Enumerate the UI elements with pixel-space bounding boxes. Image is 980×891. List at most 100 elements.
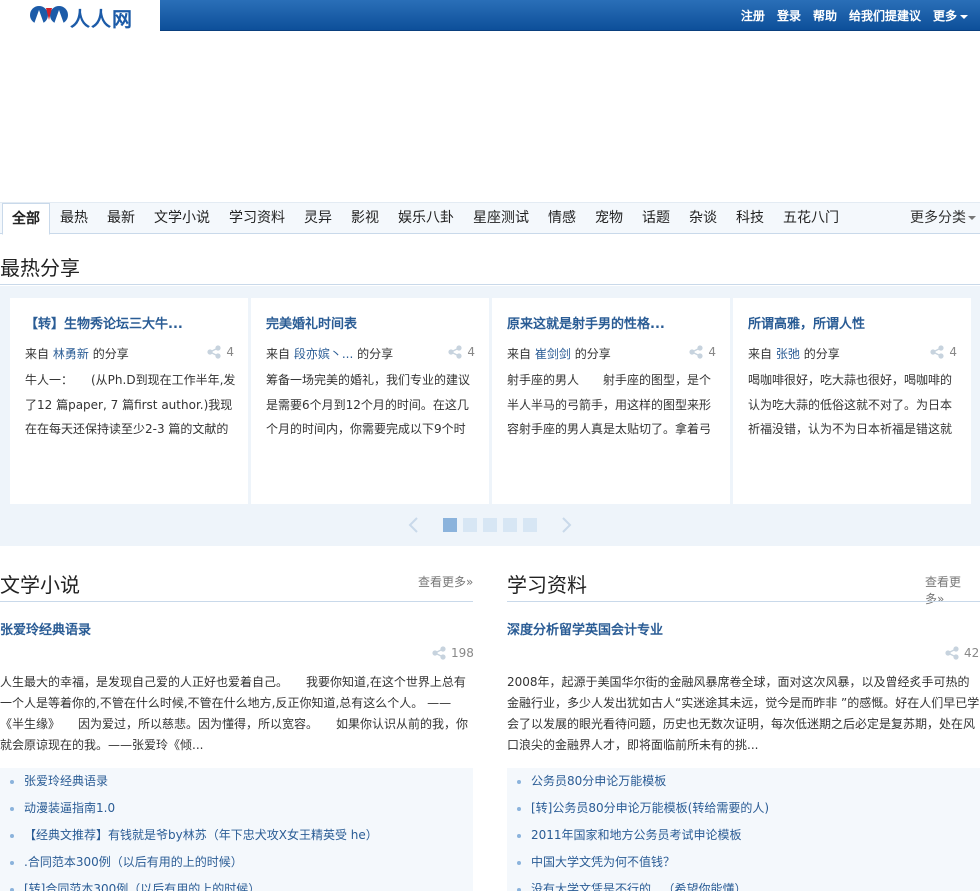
author-link[interactable]: 崔剑剑 xyxy=(535,347,571,361)
category-bar: 全部 最热 最新 文学小说 学习资料 灵异 影视 娱乐八卦 星座测试 情感 宠物… xyxy=(0,202,980,235)
from-prefix: 来自 xyxy=(507,347,532,361)
category-tab-tech[interactable]: 科技 xyxy=(736,203,764,234)
category-tab-literature[interactable]: 文学小说 xyxy=(154,203,210,234)
share-card[interactable]: 所谓高雅，所谓人性 来自 张弛 的分享 4 喝咖啡很好，吃大蒜也很好，喝咖啡的认… xyxy=(733,298,971,504)
share-count-value: 4 xyxy=(226,345,234,359)
literature-share-count[interactable]: 198 xyxy=(431,646,474,660)
share-count-value: 4 xyxy=(708,345,716,359)
list-item[interactable]: 【经典文推荐】有钱就是爷by林苏（年下忠犬攻X女王精英受 he） xyxy=(0,822,473,849)
share-icon xyxy=(930,345,944,359)
list-item[interactable]: [转]公务员80分申论万能模板(转给需要的人) xyxy=(507,795,980,822)
divider xyxy=(507,601,980,602)
from-prefix: 来自 xyxy=(25,347,50,361)
logo[interactable]: 人人网 xyxy=(0,0,160,31)
category-tab-hottest[interactable]: 最热 xyxy=(60,203,88,234)
share-icon xyxy=(207,345,221,359)
card-excerpt: 牛人一： (从Ph.D到现在工作半年,发了12 篇paper, 7 篇first… xyxy=(25,373,236,436)
card-source: 来自 林勇新 的分享 xyxy=(25,345,129,362)
list-item[interactable]: 2011年国家和地方公务员考试申论模板 xyxy=(507,822,980,849)
share-count[interactable]: 4 xyxy=(688,345,716,359)
help-link[interactable]: 帮助 xyxy=(807,7,843,24)
category-tab-all[interactable]: 全部 xyxy=(2,203,50,235)
top-nav: 注册 登录 帮助 给我们提建议 更多 xyxy=(735,0,974,31)
card-title[interactable]: 所谓高雅，所谓人性 xyxy=(748,313,865,332)
card-source: 来自 段亦嫔丶... 的分享 xyxy=(266,345,393,362)
category-tab-emotion[interactable]: 情感 xyxy=(548,203,576,234)
card-title[interactable]: 原来这就是射手男的性格... xyxy=(507,313,665,332)
list-item[interactable]: 动漫装逼指南1.0 xyxy=(0,795,473,822)
divider xyxy=(0,284,980,285)
category-tab-misc[interactable]: 五花八门 xyxy=(783,203,839,234)
caret-down-icon xyxy=(960,14,968,19)
more-menu[interactable]: 更多 xyxy=(927,7,974,24)
card-source: 来自 崔剑剑 的分享 xyxy=(507,345,611,362)
share-icon xyxy=(689,345,703,359)
study-featured-excerpt: 2008年，起源于美国华尔街的金融风暴席卷全球，面对这次风暴，以及曾经炙手可热的… xyxy=(507,675,980,752)
category-tab-chat[interactable]: 杂谈 xyxy=(689,203,717,234)
from-suffix: 的分享 xyxy=(357,347,394,361)
card-title[interactable]: 完美婚礼时间表 xyxy=(266,313,357,332)
login-link[interactable]: 登录 xyxy=(771,7,807,24)
list-item[interactable]: 中国大学文凭为何不值钱？ xyxy=(507,849,980,876)
card-title[interactable]: 【转】生物秀论坛三大牛... xyxy=(25,313,183,332)
literature-more-link[interactable]: 查看更多» xyxy=(418,573,473,590)
study-section-title: 学习资料 xyxy=(507,573,587,597)
list-item[interactable]: 没有大学文凭是不行的...（希望你能懂） xyxy=(507,876,980,891)
logo-text: 人人网 xyxy=(70,7,133,31)
category-tab-horoscope[interactable]: 星座测试 xyxy=(473,203,529,234)
chevron-right-icon[interactable] xyxy=(560,516,574,534)
category-tab-gossip[interactable]: 娱乐八卦 xyxy=(398,203,454,234)
list-item[interactable]: [转]合同范本300例（以后有用的上的时候） xyxy=(0,876,473,891)
share-card[interactable]: 【转】生物秀论坛三大牛... 来自 林勇新 的分享 4 牛人一： (从Ph.D到… xyxy=(10,298,248,504)
card-excerpt: 筹备一场完美的婚礼，我们专业的建议是需要6个月到12个月的时间。在这几个月的时间… xyxy=(266,373,471,436)
divider xyxy=(0,601,473,602)
carousel-dot[interactable] xyxy=(443,518,457,532)
author-link[interactable]: 张弛 xyxy=(776,347,800,361)
share-card[interactable]: 原来这就是射手男的性格... 来自 崔剑剑 的分享 4 射手座的男人 射手座的图… xyxy=(492,298,730,504)
feedback-link[interactable]: 给我们提建议 xyxy=(843,7,927,24)
list-item[interactable]: 公务员80分申论万能模板 xyxy=(507,768,980,795)
chevron-down-icon xyxy=(968,216,976,220)
share-count[interactable]: 4 xyxy=(929,345,957,359)
list-item[interactable]: 张爱玲经典语录 xyxy=(0,768,473,795)
card-excerpt: 射手座的男人 射手座的图型，是个半人半马的弓箭手，用这样的图型来形容射手座的男人… xyxy=(507,373,712,436)
share-count-value: 4 xyxy=(467,345,475,359)
category-tab-movies[interactable]: 影视 xyxy=(351,203,379,234)
hot-section-title: 最热分享 xyxy=(0,256,80,280)
chevron-left-icon[interactable] xyxy=(406,516,420,534)
share-icon xyxy=(448,345,462,359)
more-menu-label: 更多 xyxy=(932,9,957,23)
carousel-dot[interactable] xyxy=(463,518,477,532)
share-count-value: 42 xyxy=(964,646,980,660)
literature-featured-title[interactable]: 张爱玲经典语录 xyxy=(0,619,91,638)
share-icon xyxy=(432,646,446,660)
list-item[interactable]: .合同范本300例（以后有用的上的时候） xyxy=(0,849,473,876)
category-tab-study[interactable]: 学习资料 xyxy=(229,203,285,234)
share-card[interactable]: 完美婚礼时间表 来自 段亦嫔丶... 的分享 4 筹备一场完美的婚礼，我们专业的… xyxy=(251,298,489,504)
study-list: 公务员80分申论万能模板 [转]公务员80分申论万能模板(转给需要的人) 201… xyxy=(507,768,980,891)
carousel-dot[interactable] xyxy=(503,518,517,532)
category-tab-supernatural[interactable]: 灵异 xyxy=(304,203,332,234)
register-link[interactable]: 注册 xyxy=(735,7,771,24)
category-tab-newest[interactable]: 最新 xyxy=(107,203,135,234)
carousel-dot[interactable] xyxy=(523,518,537,532)
share-count-value: 4 xyxy=(949,345,957,359)
share-icon xyxy=(945,646,959,660)
share-count-value: 198 xyxy=(451,646,474,660)
carousel-pager xyxy=(0,516,980,534)
card-source: 来自 张弛 的分享 xyxy=(748,345,840,362)
author-link[interactable]: 段亦嫔丶... xyxy=(294,347,353,361)
category-tab-pets[interactable]: 宠物 xyxy=(595,203,623,234)
author-link[interactable]: 林勇新 xyxy=(53,347,89,361)
share-count[interactable]: 4 xyxy=(206,345,234,359)
study-share-count[interactable]: 42 xyxy=(944,646,979,660)
literature-section-title: 文学小说 xyxy=(0,573,80,597)
from-prefix: 来自 xyxy=(266,347,291,361)
study-featured-title[interactable]: 深度分析留学英国会计专业 xyxy=(507,619,663,638)
category-tab-topics[interactable]: 话题 xyxy=(642,203,670,234)
share-count[interactable]: 4 xyxy=(447,345,475,359)
literature-list: 张爱玲经典语录 动漫装逼指南1.0 【经典文推荐】有钱就是爷by林苏（年下忠犬攻… xyxy=(0,768,473,891)
more-categories-button[interactable]: 更多分类 xyxy=(910,203,976,234)
carousel-dot[interactable] xyxy=(483,518,497,532)
from-suffix: 的分享 xyxy=(92,347,129,361)
